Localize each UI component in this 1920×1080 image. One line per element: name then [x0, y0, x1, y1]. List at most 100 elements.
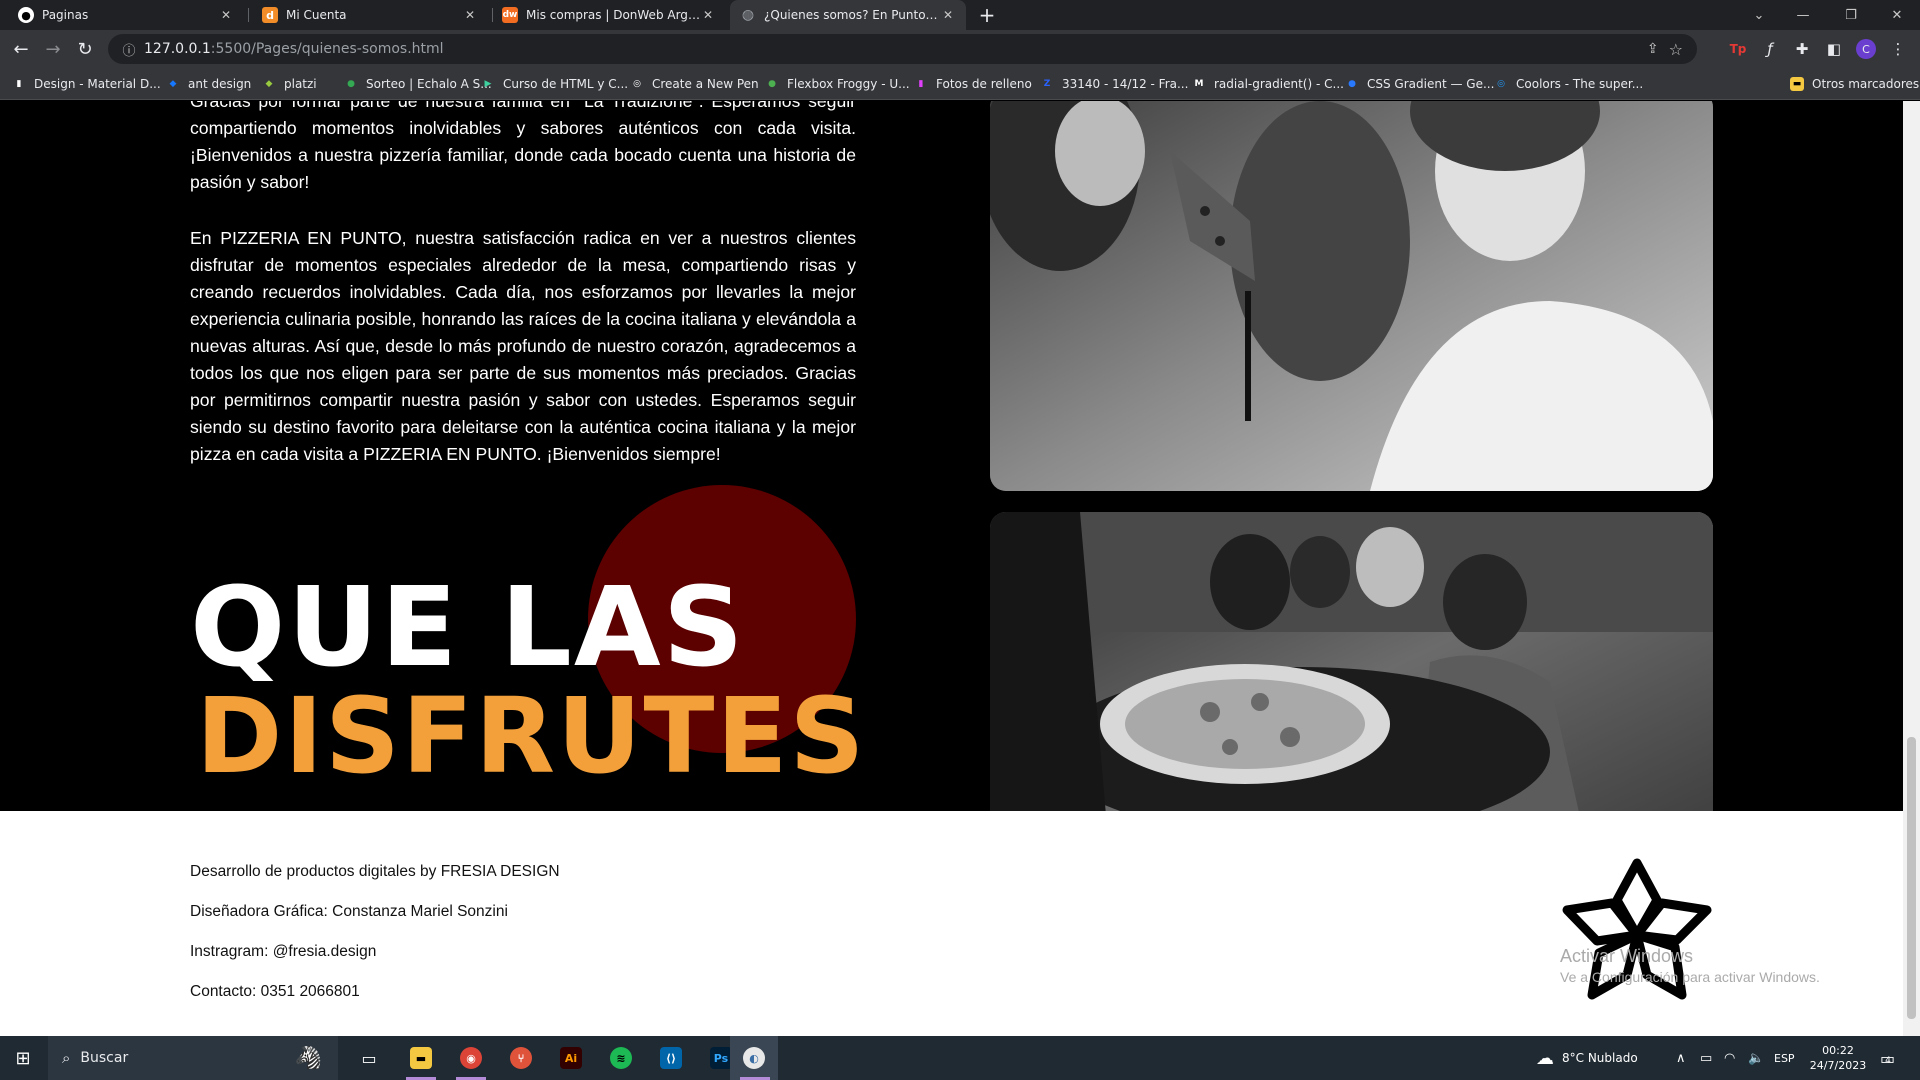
taskbar-spotify[interactable]: ≋: [596, 1036, 646, 1080]
bookmark-item[interactable]: ◆ ant design: [166, 68, 252, 100]
git-icon: ⑂: [510, 1047, 532, 1069]
bookmark-label: Coolors - The super...: [1516, 77, 1644, 91]
menu-icon[interactable]: ⋮: [1888, 39, 1908, 59]
new-tab-button[interactable]: +: [972, 0, 1002, 30]
star-icon[interactable]: ☆: [1669, 40, 1683, 59]
clock[interactable]: 00:22 24/7/2023: [1808, 1036, 1868, 1080]
tab-quienes-somos[interactable]: ◍ ¿Quienes somos? En Punto Pizzeria ✕: [730, 0, 966, 30]
info-icon[interactable]: ⓘ: [114, 40, 144, 59]
taskbar-paint[interactable]: ◐: [730, 1036, 778, 1080]
dw-icon: dw: [502, 7, 518, 23]
tab-mis-compras[interactable]: dw Mis compras | DonWeb Argentina ✕: [492, 0, 726, 30]
search-placeholder: Buscar: [80, 1050, 129, 1066]
forward-icon[interactable]: →: [38, 34, 68, 64]
volume-icon[interactable]: 🔈: [1748, 1036, 1764, 1080]
bookmark-icon: ◆: [169, 79, 177, 89]
folder-icon: ▬: [1790, 77, 1804, 91]
watermark-title: Activar Windows: [1560, 946, 1694, 966]
tray-chevron-icon[interactable]: ∧: [1676, 1036, 1686, 1080]
profile-avatar[interactable]: C: [1856, 39, 1876, 59]
footer-contact: Contacto: 0351 2066801: [190, 983, 360, 1000]
back-icon[interactable]: ←: [6, 34, 36, 64]
close-window-icon[interactable]: ✕: [1874, 0, 1920, 30]
tab-title: Mis compras | DonWeb Argentina: [526, 8, 700, 22]
bookmark-label: radial-gradient() - C...: [1214, 77, 1344, 91]
task-view-icon[interactable]: ▭: [346, 1036, 392, 1080]
notifications-icon[interactable]: ▭ 4: [1880, 1036, 1895, 1080]
bookmarks-bar: ▮ Design - Material D... ◆ ant design ◆ platz…: [0, 68, 1920, 100]
close-icon[interactable]: ✕: [218, 8, 234, 22]
taskbar-search[interactable]: ⌕ Buscar 🦓: [48, 1036, 338, 1080]
tab-paginas[interactable]: ● Paginas ✕: [8, 0, 244, 30]
taskbar-file-explorer[interactable]: ▬: [396, 1036, 446, 1080]
tray-device-icon[interactable]: ▭: [1700, 1036, 1712, 1080]
address-bar[interactable]: ⓘ 127.0.0.1 :5500/Pages/quienes-somos.ht…: [108, 34, 1697, 64]
reload-icon[interactable]: ↻: [70, 34, 100, 64]
bookmark-icon: ▮: [16, 79, 22, 89]
restore-icon[interactable]: ❐: [1828, 0, 1874, 30]
bookmark-item[interactable]: ● Sorteo | Echalo A S...: [344, 68, 492, 100]
d-icon: d: [262, 7, 278, 23]
github-icon: ●: [18, 7, 34, 23]
wifi-icon[interactable]: ◠: [1724, 1036, 1735, 1080]
vscode-icon: ⟨⟩: [660, 1047, 682, 1069]
bookmark-label: ant design: [188, 77, 252, 91]
bookmark-item[interactable]: ▮ Fotos de relleno: [914, 68, 1032, 100]
url-host: 127.0.0.1: [144, 41, 211, 57]
bookmark-icon: M: [1194, 79, 1204, 89]
bookmark-item[interactable]: ◆ platzi: [262, 68, 317, 100]
tab-separator: [248, 8, 249, 22]
tab-title: Paginas: [42, 8, 89, 22]
minimize-icon[interactable]: —: [1780, 0, 1826, 30]
weather-widget[interactable]: ☁ 8°C Nublado: [1536, 1036, 1638, 1080]
close-icon[interactable]: ✕: [940, 8, 956, 22]
windows-taskbar: ⊞ ⌕ Buscar 🦓 ▭ ▬ ◉ ⑂ Ai ≋ ⟨⟩ Ps ◐ ☁ 8°C …: [0, 1036, 1920, 1080]
sidepanel-icon[interactable]: ◧: [1824, 39, 1844, 59]
bookmark-item[interactable]: Mradial-gradient() - C...: [1192, 68, 1344, 100]
bookmark-item[interactable]: ◎ Create a New Pen: [630, 68, 759, 100]
bookmark-icon: ◎: [1497, 79, 1505, 89]
paint-palette-icon: ◐: [743, 1047, 765, 1069]
puzzle-icon[interactable]: ✚: [1792, 39, 1812, 59]
watermark-subtitle: Ve a Configuración para activar Windows.: [1560, 969, 1820, 985]
bookmark-item[interactable]: Z 33140 - 14/12 - Fra...: [1040, 68, 1189, 100]
share-icon[interactable]: ⇪: [1647, 41, 1659, 57]
bookmark-item[interactable]: ◎ Coolors - The super...: [1494, 68, 1643, 100]
photo-pizza-served-friends: [990, 512, 1713, 862]
other-bookmarks[interactable]: ▬ Otros marcadores: [1790, 68, 1919, 100]
scrollbar-thumb[interactable]: [1907, 737, 1916, 1019]
bookmark-icon: ▶: [484, 79, 492, 89]
bookmark-label: Sorteo | Echalo A S...: [366, 77, 492, 91]
windows-start-icon[interactable]: ⊞: [0, 1036, 46, 1080]
taskbar-illustrator[interactable]: Ai: [546, 1036, 596, 1080]
photoshop-icon: Ps: [710, 1047, 732, 1069]
tab-mi-cuenta[interactable]: d Mi Cuenta ✕: [252, 0, 488, 30]
headline-line-2: DISFRUTES: [196, 675, 867, 797]
close-icon[interactable]: ✕: [700, 8, 716, 22]
taskbar-chrome[interactable]: ◉: [446, 1036, 496, 1080]
tab-search-icon[interactable]: ⌄: [1736, 0, 1782, 30]
bookmark-item[interactable]: ▶ Curso de HTML y C...: [481, 68, 629, 100]
bookmark-label: Curso de HTML y C...: [503, 77, 629, 91]
url-path: :5500/Pages/quienes-somos.html: [210, 41, 444, 57]
extension-tp-icon[interactable]: Tp: [1728, 39, 1748, 59]
bookmark-label: Create a New Pen: [652, 77, 759, 91]
footer-instagram: Instragram: @fresia.design: [190, 943, 377, 960]
taskbar-git[interactable]: ⑂: [496, 1036, 546, 1080]
page-scrollbar[interactable]: [1903, 101, 1920, 1036]
extension-fx-icon[interactable]: ƒ: [1760, 39, 1780, 59]
headline-line-1: QUE LAS: [190, 563, 746, 691]
close-icon[interactable]: ✕: [462, 8, 478, 22]
search-icon: ⌕: [62, 1049, 71, 1067]
bookmark-item[interactable]: ● Flexbox Froggy - U...: [765, 68, 910, 100]
language-indicator[interactable]: ESP: [1774, 1036, 1795, 1080]
about-paragraph-1: Gracias por formar parte de nuestra fami…: [190, 101, 856, 192]
bookmark-item[interactable]: ▮ Design - Material D...: [12, 68, 161, 100]
bookmark-item[interactable]: ● CSS Gradient — Ge...: [1345, 68, 1494, 100]
photo-women-eating-pizza: [990, 101, 1713, 491]
tab-title: Mi Cuenta: [286, 8, 347, 22]
bookmark-label: Fotos de relleno: [936, 77, 1032, 91]
taskbar-vscode[interactable]: ⟨⟩: [646, 1036, 696, 1080]
bookmark-label: 33140 - 14/12 - Fra...: [1062, 77, 1189, 91]
bookmark-icon: Z: [1043, 79, 1051, 89]
